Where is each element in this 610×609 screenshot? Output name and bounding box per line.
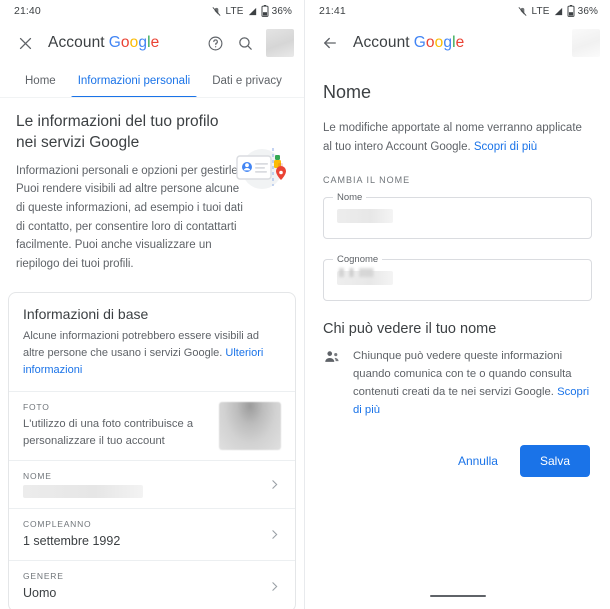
screen-personal-info: 21:40 LTE 36% Account Google Home Inform…	[0, 0, 305, 609]
google-letter-g2: g	[443, 34, 453, 51]
google-letter-e: e	[150, 34, 160, 51]
back-arrow-icon[interactable]	[317, 30, 343, 56]
action-buttons: Annulla Salva	[323, 445, 592, 478]
chevron-right-icon	[265, 528, 281, 541]
google-letter-g: G	[108, 34, 121, 51]
close-icon[interactable]	[12, 30, 38, 56]
google-letter-o1: o	[120, 34, 130, 51]
mute-icon	[211, 6, 222, 17]
save-button[interactable]: Salva	[519, 445, 590, 478]
signal-icon	[247, 6, 258, 17]
screen-edit-name: 21:41 LTE 36% Account Google Nome Le mod…	[305, 0, 610, 609]
visibility-body: Chiunque può vedere queste informazioni …	[353, 349, 572, 399]
status-clock: 21:41	[319, 5, 346, 17]
nome-field-label: Nome	[333, 191, 367, 203]
tab-dati-e-privacy[interactable]: Dati e privacy	[201, 64, 293, 98]
chevron-right-icon	[265, 478, 281, 491]
battery-percent-label: 36%	[577, 5, 598, 17]
page-title: Nome	[323, 82, 372, 102]
row-compleanno-text: COMPLEANNO 1 settembre 1992	[23, 519, 265, 550]
profile-card-illustration	[232, 142, 294, 196]
tab-label: Informazioni personali	[77, 75, 191, 87]
status-clock: 21:40	[14, 5, 41, 17]
cognome-field-value-redacted	[337, 270, 393, 285]
row-value: 1 settembre 1992	[23, 533, 121, 548]
brand-title: Account Google	[353, 34, 464, 52]
row-value: Uomo	[23, 585, 57, 600]
row-genere[interactable]: GENERE Uomo	[9, 559, 295, 609]
row-foto[interactable]: FOTO L'utilizzo di una foto contribuisce…	[9, 390, 295, 460]
google-wordmark: Google	[109, 34, 160, 51]
row-compleanno[interactable]: COMPLEANNO 1 settembre 1992	[9, 507, 295, 560]
main-content-left: Le informazioni del tuo profilo nei serv…	[0, 98, 304, 609]
row-nome[interactable]: NOME	[9, 459, 295, 508]
chevron-right-icon	[265, 580, 281, 593]
status-indicators: LTE 36%	[517, 5, 598, 17]
section-label-cambia-il-nome: CAMBIA IL NOME	[323, 174, 411, 185]
intro-description: Le modifiche apportate al nome verranno …	[323, 119, 592, 157]
app-bar-left: Account Google	[0, 22, 304, 64]
search-icon[interactable]	[232, 30, 258, 56]
profile-photo-thumbnail[interactable]	[219, 401, 281, 450]
battery-icon	[567, 5, 575, 17]
google-letter-g2: g	[138, 34, 148, 51]
status-bar-left: 21:40 LTE 36%	[0, 0, 304, 22]
avatar[interactable]	[572, 29, 600, 57]
row-nome-text: NOME	[23, 471, 265, 498]
network-type-label: LTE	[225, 5, 244, 17]
row-label: GENERE	[23, 570, 64, 581]
people-group-icon	[323, 348, 341, 366]
row-genere-text: GENERE Uomo	[23, 571, 265, 602]
visibility-heading: Chi può vedere il tuo nome	[323, 320, 497, 337]
hero-description: Informazioni personali e opzioni per ges…	[16, 164, 243, 270]
status-indicators: LTE 36%	[211, 5, 292, 17]
tab-sicurezza[interactable]: Sic	[293, 64, 305, 98]
hero-section: Le informazioni del tuo profilo nei serv…	[0, 98, 304, 284]
brand-account-label: Account	[353, 34, 410, 51]
status-bar-right: 21:41 LTE 36%	[305, 0, 610, 22]
row-label: COMPLEANNO	[23, 518, 92, 529]
nome-field[interactable]: Nome	[323, 191, 592, 239]
app-bar-right: Account Google	[305, 22, 610, 64]
card-informazioni-di-base: Informazioni di base Alcune informazioni…	[8, 291, 296, 609]
row-label: FOTO	[23, 401, 50, 412]
google-wordmark: Google	[414, 34, 465, 51]
visibility-section: Chiunque può vedere queste informazioni …	[323, 347, 592, 419]
card-description-text: Alcune informazioni potrebbero essere vi…	[23, 329, 260, 359]
google-letter-g: G	[413, 34, 426, 51]
cognome-field-label: Cognome	[333, 253, 383, 265]
avatar[interactable]	[266, 29, 294, 57]
brand-title: Account Google	[48, 34, 159, 52]
tab-bar: Home Informazioni personali Dati e priva…	[0, 64, 304, 98]
navigation-gesture-bar[interactable]	[429, 594, 486, 597]
intro-text: Le modifiche apportate al nome verranno …	[323, 122, 582, 153]
google-letter-e: e	[455, 34, 465, 51]
battery-icon	[261, 5, 269, 17]
card-description: Alcune informazioni potrebbero essere vi…	[9, 328, 295, 391]
cognome-field[interactable]: Cognome	[323, 253, 592, 301]
tab-informazioni-personali[interactable]: Informazioni personali	[67, 64, 202, 98]
brand-account-label: Account	[48, 34, 105, 51]
help-circle-icon[interactable]	[202, 30, 228, 56]
visibility-text: Chiunque può vedere queste informazioni …	[353, 347, 592, 419]
row-label: NOME	[23, 470, 52, 481]
tab-label: Home	[25, 75, 56, 87]
signal-icon	[553, 6, 564, 17]
tab-label: Dati e privacy	[212, 75, 282, 87]
main-content-right: Nome Le modifiche apportate al nome verr…	[305, 64, 610, 478]
network-type-label: LTE	[531, 5, 550, 17]
nome-field-value-redacted	[337, 208, 393, 223]
dual-screenshot-container: 21:40 LTE 36% Account Google Home Inform…	[0, 0, 610, 609]
page-title: Le informazioni del tuo profilo nei serv…	[16, 113, 219, 151]
scopri-di-piu-link[interactable]: Scopri di più	[474, 141, 537, 153]
tab-home[interactable]: Home	[14, 64, 67, 98]
card-title: Informazioni di base	[23, 305, 149, 322]
row-foto-text: FOTO L'utilizzo di una foto contribuisce…	[23, 402, 219, 450]
google-letter-o1: o	[425, 34, 435, 51]
row-value-redacted	[23, 484, 143, 498]
mute-icon	[517, 6, 528, 17]
battery-percent-label: 36%	[271, 5, 292, 17]
cancel-button[interactable]: Annulla	[446, 446, 510, 476]
row-description: L'utilizzo di una foto contribuisce a pe…	[23, 417, 194, 447]
